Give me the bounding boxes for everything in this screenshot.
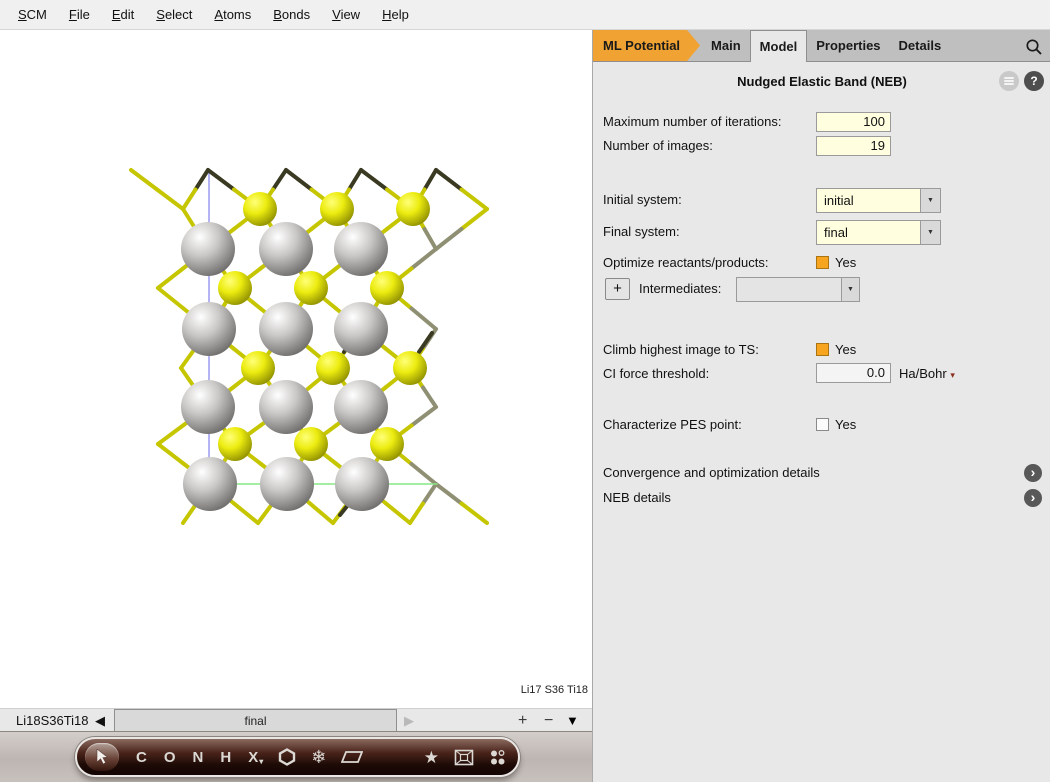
atoms-dots-icon <box>489 749 506 766</box>
system-name-label: Li18S36Ti18 <box>16 709 89 732</box>
zoom-out-button[interactable]: − <box>544 709 553 732</box>
tab-ml-potential[interactable]: ML Potential <box>593 30 700 61</box>
favorites-tool-button[interactable]: ★ <box>424 749 439 766</box>
frame-menu-button[interactable]: ▼ <box>566 709 579 732</box>
neb-details-button[interactable]: › <box>1024 489 1042 507</box>
climb-checkbox[interactable] <box>816 343 829 356</box>
menu-file[interactable]: File <box>59 4 100 25</box>
zoom-in-button[interactable]: + <box>518 709 527 732</box>
search-button[interactable] <box>1023 36 1045 58</box>
tab-main[interactable]: Main <box>702 30 750 61</box>
tab-model[interactable]: Model <box>750 30 808 62</box>
neb-details-link[interactable]: NEB details <box>603 490 671 505</box>
frame-status-bar: Li18S36Ti18 ◀ final ▶ + − ▼ <box>0 708 592 731</box>
chevron-right-icon: › <box>1031 489 1036 505</box>
tab-properties[interactable]: Properties <box>807 30 889 61</box>
molecule-viewer[interactable]: Li17 S36 Ti18 <box>0 30 592 708</box>
climb-yes-label: Yes <box>835 342 856 357</box>
menu-help[interactable]: Help <box>372 4 419 25</box>
crystal-structure <box>0 30 592 708</box>
menu-scm[interactable]: SCM <box>8 4 57 25</box>
menu-view[interactable]: View <box>322 4 370 25</box>
chevron-right-icon: › <box>1031 464 1036 480</box>
input-panel-column: ML Potential Main Model Properties Detai… <box>592 30 1050 782</box>
num-images-input[interactable]: 19 <box>816 136 891 156</box>
characterize-checkbox[interactable] <box>816 418 829 431</box>
menu-select[interactable]: Select <box>146 4 202 25</box>
add-intermediate-button[interactable]: + <box>605 278 630 300</box>
pointer-tool-button[interactable] <box>85 743 119 771</box>
question-icon: ? <box>1030 74 1037 88</box>
crystal-tool-button[interactable]: ❄ <box>311 748 326 766</box>
next-frame-button[interactable]: ▶ <box>404 709 414 732</box>
characterize-yes-label: Yes <box>835 417 856 432</box>
ring-tool-button[interactable] <box>278 748 296 766</box>
intermediates-value <box>737 278 841 301</box>
unit-dropdown-icon: ▾ <box>950 370 955 380</box>
intermediates-label: Intermediates: <box>639 281 721 296</box>
initial-system-select[interactable]: initial ▼ <box>816 188 941 213</box>
snowflake-icon: ❄ <box>311 748 326 766</box>
element-c-button[interactable]: C <box>136 749 147 766</box>
num-images-label: Number of images: <box>603 138 713 153</box>
neb-settings-panel: Nudged Elastic Band (NEB) ? Maximum numb… <box>593 62 1050 782</box>
menu-atoms[interactable]: Atoms <box>204 4 261 25</box>
ams-input-window: SCM File Edit Select Atoms Bonds View He… <box>0 0 1050 782</box>
parallelogram-icon <box>341 750 363 764</box>
element-dropdown-icon: ▾ <box>259 757 263 766</box>
convergence-details-button[interactable]: › <box>1024 464 1042 482</box>
element-o-button[interactable]: O <box>164 749 176 766</box>
frame-slider[interactable]: final <box>114 709 397 732</box>
element-h-button[interactable]: H <box>220 749 231 766</box>
panel-title: Nudged Elastic Band (NEB) <box>593 74 1050 89</box>
initial-system-value: initial <box>817 189 920 212</box>
climb-label: Climb highest image to TS: <box>603 342 759 357</box>
formula-label: Li17 S36 Ti18 <box>521 684 588 696</box>
max-iterations-label: Maximum number of iterations: <box>603 114 781 129</box>
help-button[interactable]: ? <box>1024 71 1044 91</box>
ci-force-input[interactable]: 0.0 <box>816 363 891 383</box>
hexagon-icon <box>278 748 296 766</box>
final-system-label: Final system: <box>603 224 680 239</box>
characterize-label: Characterize PES point: <box>603 417 742 432</box>
molecules-tool-button[interactable] <box>489 749 506 766</box>
box-frame-icon <box>454 749 474 766</box>
optimize-yes-label: Yes <box>835 255 856 270</box>
cursor-icon <box>96 749 109 765</box>
chevron-down-icon[interactable]: ▼ <box>841 278 859 301</box>
element-n-button[interactable]: N <box>193 749 204 766</box>
builder-toolbar: C O N H X▾ ❄ ★ <box>75 737 520 777</box>
panel-menu-button[interactable] <box>999 71 1019 91</box>
optimize-checkbox[interactable] <box>816 256 829 269</box>
initial-system-label: Initial system: <box>603 192 682 207</box>
final-system-value: final <box>817 221 920 244</box>
star-icon: ★ <box>424 749 439 766</box>
builder-tool-strip: C O N H X▾ ❄ ★ <box>0 731 592 782</box>
previous-frame-button[interactable]: ◀ <box>95 709 105 732</box>
ci-force-label: CI force threshold: <box>603 366 709 381</box>
final-system-select[interactable]: final ▼ <box>816 220 941 245</box>
search-icon <box>1025 38 1043 56</box>
panel-tab-bar: ML Potential Main Model Properties Detai… <box>593 30 1050 62</box>
element-x-button[interactable]: X▾ <box>248 749 263 766</box>
max-iterations-input[interactable]: 100 <box>816 112 891 132</box>
ci-force-unit-select[interactable]: Ha/Bohr ▾ <box>899 366 955 381</box>
menu-bonds[interactable]: Bonds <box>263 4 320 25</box>
menu-edit[interactable]: Edit <box>102 4 144 25</box>
tab-details[interactable]: Details <box>890 30 951 61</box>
convergence-details-link[interactable]: Convergence and optimization details <box>603 465 820 480</box>
perspective-tool-button[interactable] <box>454 749 474 766</box>
chevron-down-icon[interactable]: ▼ <box>920 189 940 212</box>
chevron-down-icon[interactable]: ▼ <box>920 221 940 244</box>
menu-bar: SCM File Edit Select Atoms Bonds View He… <box>0 0 1050 30</box>
hamburger-icon <box>1004 75 1014 87</box>
intermediates-select[interactable]: ▼ <box>736 277 860 302</box>
optimize-label: Optimize reactants/products: <box>603 255 768 270</box>
lattice-tool-button[interactable] <box>341 750 363 764</box>
